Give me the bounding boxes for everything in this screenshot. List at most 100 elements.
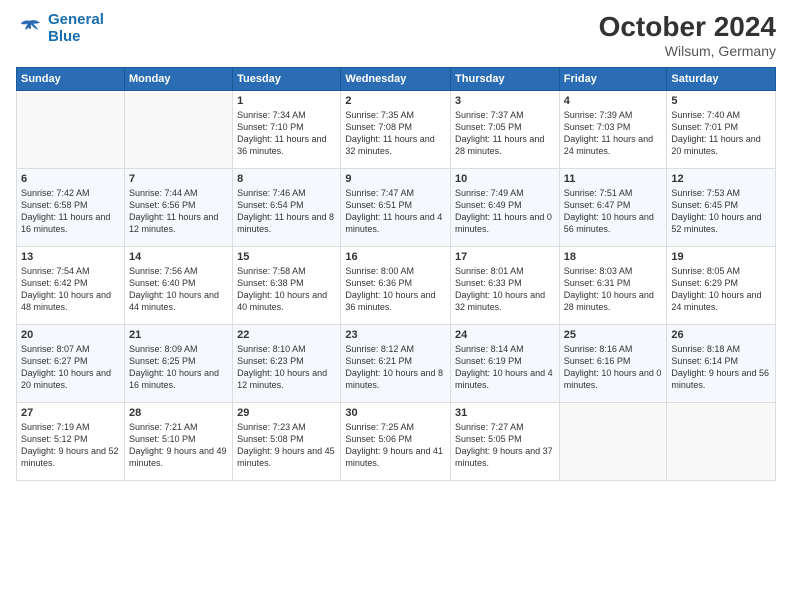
day-number: 21 [129,329,228,341]
day-info: Sunrise: 8:12 AMSunset: 6:21 PMDaylight:… [345,343,446,392]
day-info: Sunrise: 7:37 AMSunset: 7:05 PMDaylight:… [455,109,555,158]
day-info: Sunrise: 7:47 AMSunset: 6:51 PMDaylight:… [345,187,446,236]
day-info: Sunrise: 7:35 AMSunset: 7:08 PMDaylight:… [345,109,446,158]
day-number: 6 [21,173,120,185]
day-info: Sunrise: 8:01 AMSunset: 6:33 PMDaylight:… [455,265,555,314]
day-cell: 20Sunrise: 8:07 AMSunset: 6:27 PMDayligh… [17,324,125,402]
day-number: 1 [237,95,336,107]
week-row-1: 1 Sunrise: 7:34 AMSunset: 7:10 PMDaylight… [17,90,776,168]
day-cell: 23 Sunrise: 8:12 AMSunset: 6:21 PMDayligh… [341,324,451,402]
day-number: 4 [564,95,663,107]
day-cell: 24 Sunrise: 8:14 AMSunset: 6:19 PMDayligh… [451,324,560,402]
day-cell: 29Sunrise: 7:23 AMSunset: 5:08 PMDayligh… [233,402,341,480]
col-saturday: Saturday [667,67,776,90]
day-number: 20 [21,329,120,341]
day-info: Sunrise: 7:34 AMSunset: 7:10 PMDaylight:… [237,109,336,158]
day-number: 7 [129,173,228,185]
day-cell: 9Sunrise: 7:47 AMSunset: 6:51 PMDaylight… [341,168,451,246]
day-number: 28 [129,407,228,419]
week-row-2: 6 Sunrise: 7:42 AMSunset: 6:58 PMDaylight… [17,168,776,246]
day-cell: 11Sunrise: 7:51 AMSunset: 6:47 PMDayligh… [559,168,667,246]
day-number: 26 [671,329,771,341]
day-cell: 14 Sunrise: 7:56 AMSunset: 6:40 PMDayligh… [124,246,232,324]
day-cell [17,90,125,168]
week-row-3: 13Sunrise: 7:54 AMSunset: 6:42 PMDayligh… [17,246,776,324]
logo-icon [16,17,44,41]
day-number: 31 [455,407,555,419]
day-cell: 1 Sunrise: 7:34 AMSunset: 7:10 PMDaylight… [233,90,341,168]
logo-text: General Blue [48,12,104,45]
day-number: 16 [345,251,446,263]
day-info: Sunrise: 7:42 AMSunset: 6:58 PMDaylight:… [21,187,120,236]
day-cell [667,402,776,480]
day-cell: 6 Sunrise: 7:42 AMSunset: 6:58 PMDaylight… [17,168,125,246]
day-cell: 17Sunrise: 8:01 AMSunset: 6:33 PMDayligh… [451,246,560,324]
day-cell: 27 Sunrise: 7:19 AMSunset: 5:12 PMDayligh… [17,402,125,480]
day-info: Sunrise: 7:40 AMSunset: 7:01 PMDaylight:… [671,109,771,158]
day-info: Sunrise: 8:09 AMSunset: 6:25 PMDaylight:… [129,343,228,392]
day-cell [124,90,232,168]
day-cell: 18Sunrise: 8:03 AMSunset: 6:31 PMDayligh… [559,246,667,324]
day-info: Sunrise: 7:27 AMSunset: 5:05 PMDaylight:… [455,421,555,470]
day-number: 14 [129,251,228,263]
col-friday: Friday [559,67,667,90]
day-cell: 13Sunrise: 7:54 AMSunset: 6:42 PMDayligh… [17,246,125,324]
day-cell: 2Sunrise: 7:35 AMSunset: 7:08 PMDaylight… [341,90,451,168]
day-info: Sunrise: 7:39 AMSunset: 7:03 PMDaylight:… [564,109,663,158]
day-cell: 5 Sunrise: 7:40 AMSunset: 7:01 PMDaylight… [667,90,776,168]
day-number: 18 [564,251,663,263]
day-number: 13 [21,251,120,263]
day-cell: 15Sunrise: 7:58 AMSunset: 6:38 PMDayligh… [233,246,341,324]
col-wednesday: Wednesday [341,67,451,90]
day-info: Sunrise: 8:10 AMSunset: 6:23 PMDaylight:… [237,343,336,392]
day-cell: 7 Sunrise: 7:44 AMSunset: 6:56 PMDaylight… [124,168,232,246]
day-info: Sunrise: 7:21 AMSunset: 5:10 PMDaylight:… [129,421,228,470]
day-number: 24 [455,329,555,341]
day-number: 27 [21,407,120,419]
day-cell: 31 Sunrise: 7:27 AMSunset: 5:05 PMDayligh… [451,402,560,480]
day-number: 3 [455,95,555,107]
title-block: October 2024 Wilsum, Germany [599,12,776,59]
day-info: Sunrise: 7:49 AMSunset: 6:49 PMDaylight:… [455,187,555,236]
day-info: Sunrise: 7:19 AMSunset: 5:12 PMDaylight:… [21,421,120,470]
day-number: 25 [564,329,663,341]
day-info: Sunrise: 8:14 AMSunset: 6:19 PMDaylight:… [455,343,555,392]
col-sunday: Sunday [17,67,125,90]
logo: General Blue [16,12,104,45]
month-title: October 2024 [599,12,776,43]
day-info: Sunrise: 7:44 AMSunset: 6:56 PMDaylight:… [129,187,228,236]
day-cell: 4 Sunrise: 7:39 AMSunset: 7:03 PMDaylight… [559,90,667,168]
day-number: 22 [237,329,336,341]
day-info: Sunrise: 8:05 AMSunset: 6:29 PMDaylight:… [671,265,771,314]
day-number: 8 [237,173,336,185]
col-tuesday: Tuesday [233,67,341,90]
location: Wilsum, Germany [599,43,776,59]
col-thursday: Thursday [451,67,560,90]
page: General Blue October 2024 Wilsum, German… [0,0,792,612]
day-number: 11 [564,173,663,185]
day-cell: 19 Sunrise: 8:05 AMSunset: 6:29 PMDayligh… [667,246,776,324]
day-info: Sunrise: 7:46 AMSunset: 6:54 PMDaylight:… [237,187,336,236]
col-monday: Monday [124,67,232,90]
day-info: Sunrise: 8:16 AMSunset: 6:16 PMDaylight:… [564,343,663,392]
day-info: Sunrise: 8:00 AMSunset: 6:36 PMDaylight:… [345,265,446,314]
day-info: Sunrise: 7:56 AMSunset: 6:40 PMDaylight:… [129,265,228,314]
day-number: 19 [671,251,771,263]
day-cell: 10Sunrise: 7:49 AMSunset: 6:49 PMDayligh… [451,168,560,246]
calendar-table: Sunday Monday Tuesday Wednesday Thursday… [16,67,776,481]
week-row-5: 27 Sunrise: 7:19 AMSunset: 5:12 PMDayligh… [17,402,776,480]
day-info: Sunrise: 7:53 AMSunset: 6:45 PMDaylight:… [671,187,771,236]
day-number: 12 [671,173,771,185]
logo-line1: General [48,11,104,28]
day-number: 23 [345,329,446,341]
day-info: Sunrise: 7:25 AMSunset: 5:06 PMDaylight:… [345,421,446,470]
day-cell: 28 Sunrise: 7:21 AMSunset: 5:10 PMDayligh… [124,402,232,480]
day-cell: 12 Sunrise: 7:53 AMSunset: 6:45 PMDayligh… [667,168,776,246]
day-info: Sunrise: 7:23 AMSunset: 5:08 PMDaylight:… [237,421,336,470]
logo-line2: Blue [48,28,81,45]
day-cell: 8 Sunrise: 7:46 AMSunset: 6:54 PMDaylight… [233,168,341,246]
header: General Blue October 2024 Wilsum, German… [16,12,776,59]
day-info: Sunrise: 8:18 AMSunset: 6:14 PMDaylight:… [671,343,771,392]
day-cell [559,402,667,480]
day-number: 5 [671,95,771,107]
